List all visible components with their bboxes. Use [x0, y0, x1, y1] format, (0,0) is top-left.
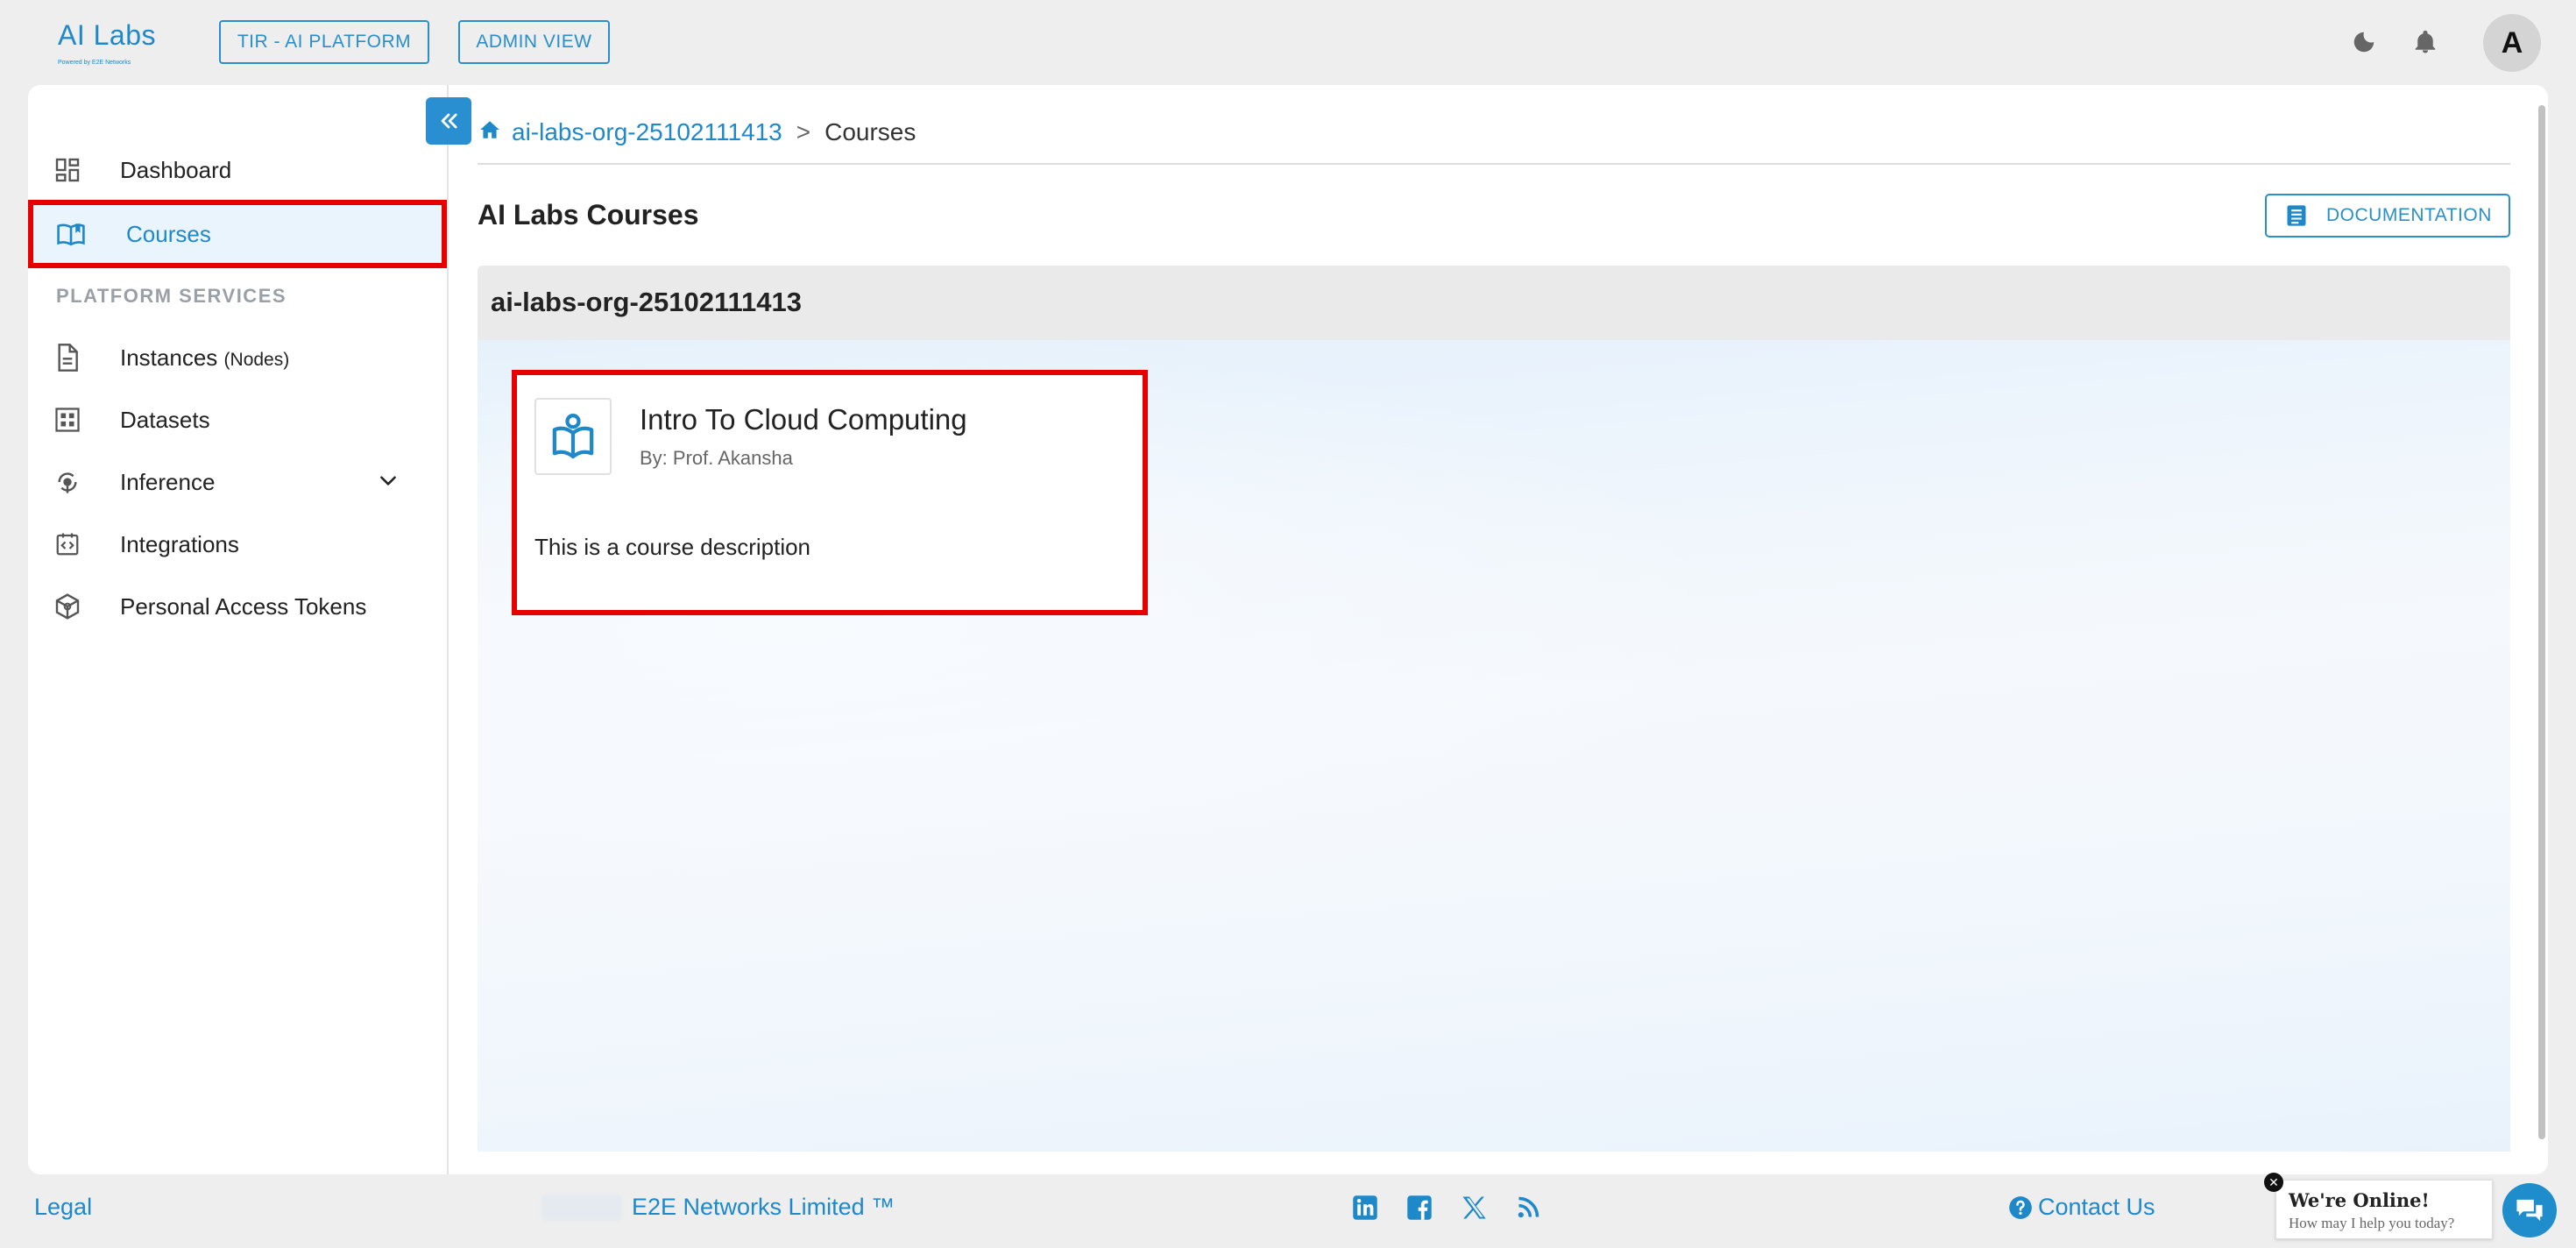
contact-us-label: Contact Us	[2038, 1194, 2155, 1220]
instances-suffix: (Nodes)	[223, 349, 290, 370]
document-icon	[53, 343, 82, 372]
page-title: AI Labs Courses	[478, 199, 699, 230]
breadcrumb-org-link[interactable]: ai-labs-org-25102111413	[512, 118, 782, 146]
course-icon	[534, 398, 612, 475]
breadcrumb-separator: >	[796, 118, 811, 145]
token-icon	[53, 592, 82, 621]
course-author: By: Prof. Akansha	[640, 447, 793, 469]
rss-icon[interactable]	[1512, 1192, 1544, 1223]
sidebar-divider	[447, 85, 449, 1174]
book-icon	[56, 219, 86, 249]
help-circle-icon	[2009, 1195, 2032, 1219]
org-title: ai-labs-org-25102111413	[491, 287, 803, 317]
bell-icon[interactable]	[2408, 25, 2443, 60]
sidebar-item-integrations[interactable]: Integrations	[28, 513, 447, 576]
chat-icon	[2516, 1199, 2543, 1222]
company-name-link[interactable]: E2E Networks Limited ™	[632, 1194, 895, 1221]
legal-link[interactable]: Legal	[34, 1194, 92, 1221]
breadcrumb-current: Courses	[824, 118, 916, 145]
sidebar-item-dashboard[interactable]: Dashboard	[28, 138, 447, 202]
chat-subtitle: How may I help you today?	[2289, 1215, 2455, 1231]
documentation-button[interactable]: DOCUMENTATION	[2265, 194, 2510, 238]
chat-greeting-bubble[interactable]: We're Online! How may I help you today?	[2275, 1180, 2493, 1239]
sidebar-item-inference[interactable]: Inference	[28, 450, 447, 514]
breadcrumb: ai-labs-org-25102111413 > Courses	[478, 115, 916, 150]
sidebar-item-label: Instances (Nodes)	[120, 344, 289, 372]
sidebar-item-courses[interactable]: Courses	[28, 200, 447, 268]
document-list-icon	[2287, 205, 2306, 226]
logo-text: AI Labs	[58, 19, 157, 51]
x-icon[interactable]	[1458, 1192, 1490, 1223]
inference-icon	[53, 467, 82, 497]
company-logo-blurred	[541, 1195, 622, 1221]
sidebar-item-instances[interactable]: Instances (Nodes)	[28, 326, 447, 389]
sidebar-item-personal-access-tokens[interactable]: Personal Access Tokens	[28, 575, 447, 638]
sidebar-item-datasets[interactable]: Datasets	[28, 388, 447, 451]
integration-icon	[53, 529, 82, 559]
chevron-down-icon[interactable]	[377, 469, 400, 496]
chat-close-icon[interactable]: ✕	[2264, 1173, 2283, 1192]
course-description: This is a course description	[534, 534, 811, 560]
logo-subtext: Powered by E2E Networks	[58, 60, 131, 66]
documentation-label: DOCUMENTATION	[2326, 205, 2492, 225]
user-avatar[interactable]: A	[2483, 14, 2541, 72]
moon-icon[interactable]	[2346, 25, 2381, 60]
sidebar-item-label: Personal Access Tokens	[120, 592, 367, 620]
admin-view-button[interactable]: ADMIN VIEW	[458, 20, 610, 64]
app-logo[interactable]: AI Labs Powered by E2E Networks	[54, 18, 168, 70]
linkedin-icon[interactable]	[1349, 1192, 1381, 1223]
tir-ai-platform-button[interactable]: TIR - AI PLATFORM	[219, 20, 429, 64]
instances-label: Instances	[120, 344, 218, 371]
collapse-sidebar-button[interactable]	[426, 97, 471, 145]
contact-us-link[interactable]: Contact Us	[2008, 1194, 2155, 1221]
platform-services-heading: PLATFORM SERVICES	[56, 285, 287, 307]
sidebar-item-label: Dashboard	[120, 156, 232, 183]
sidebar-item-label: Courses	[126, 220, 211, 247]
chat-launcher-button[interactable]	[2502, 1183, 2557, 1237]
double-chevron-left-icon	[441, 113, 457, 129]
facebook-icon[interactable]	[1404, 1192, 1435, 1223]
grid-icon	[53, 405, 82, 435]
breadcrumb-divider	[478, 163, 2510, 165]
sidebar-item-label: Datasets	[120, 406, 210, 433]
page-scrollbar[interactable]	[2538, 105, 2545, 1139]
sidebar-item-label: Integrations	[120, 530, 239, 557]
home-icon[interactable]	[478, 118, 501, 147]
dashboard-icon	[53, 155, 82, 185]
chat-title: We're Online!	[2289, 1189, 2430, 1211]
course-title[interactable]: Intro To Cloud Computing	[640, 403, 967, 436]
sidebar-item-label: Inference	[120, 468, 216, 495]
